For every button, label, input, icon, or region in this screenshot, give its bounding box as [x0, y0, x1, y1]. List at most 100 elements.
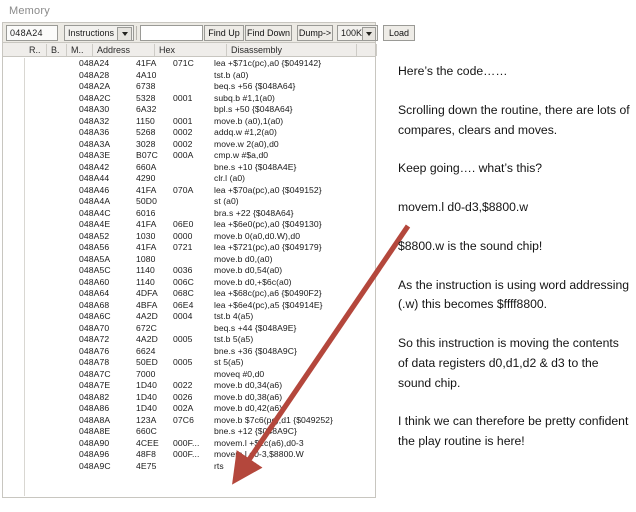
column-header-spacer	[357, 44, 377, 56]
row-hex: 7000	[136, 368, 156, 379]
table-row[interactable]: 048A52 1030 0000 move.b 0(a0,d0.W),d0	[3, 231, 375, 243]
row-hex2: 0005	[173, 357, 193, 367]
table-row[interactable]: 048A4A 50D0 st (a0)	[3, 196, 375, 208]
row-hex2: 000A	[173, 150, 194, 160]
row-address: 048A9C	[79, 460, 111, 471]
table-row[interactable]: 048A32 1150 0001 move.b (a0),1(a0)	[3, 116, 375, 128]
row-hex: 4BFA	[136, 299, 158, 310]
mode-select[interactable]: Instructions	[64, 25, 134, 41]
row-address: 048A5C	[79, 265, 111, 275]
table-row[interactable]: 048A90 4CEE 000F... movem.l +$1c(a6),d0-3	[3, 438, 375, 450]
row-hex: 41FA	[136, 58, 157, 68]
table-row[interactable]: 048A4C 6016 bra.s +22 {$048A64}	[3, 208, 375, 220]
table-row[interactable]: 048A4E 41FA 06E0 lea +$6e0(pc),a0 {$049130}	[3, 219, 375, 231]
table-row[interactable]: 048A8A 123A 07C6 move.b $7c6(pc),d1 {$04925…	[3, 415, 375, 427]
row-hex2: 000F...	[173, 449, 200, 459]
row-hex: 4A10	[136, 69, 157, 80]
row-address: 048A4E	[79, 219, 111, 229]
commentary-paragraph: $8800.w is the sound chip!	[398, 238, 543, 253]
row-hex: 6624	[136, 345, 156, 356]
table-row[interactable]: 048A7C 7000 moveq #0,d0	[3, 369, 375, 381]
table-row[interactable]: 048A46 41FA 070A lea +$70a(pc),a0 {$049152}	[3, 185, 375, 197]
row-address: 048A96	[79, 449, 110, 459]
column-header-r[interactable]: R..	[25, 44, 47, 56]
row-disassembly: move.b 0(a0,d0.W),d0	[214, 230, 301, 241]
dump-size-select[interactable]: 100Kb	[337, 25, 378, 41]
table-row[interactable]: 048A3A 3028 0002 move.w 2(a0),d0	[3, 139, 375, 151]
find-down-button[interactable]: Find Down	[245, 25, 292, 41]
chevron-down-icon[interactable]	[362, 27, 376, 41]
table-row[interactable]: 048A28 4A10 tst.b (a0)	[3, 70, 375, 82]
commentary-paragraph: Here’s the code……	[398, 64, 508, 78]
row-address: 048A24	[79, 58, 110, 68]
table-row[interactable]: 048A68 4BFA 06E4 lea +$6e4(pc),a5 {$04914E}	[3, 300, 375, 312]
row-disassembly: move.b (a0),1(a0)	[214, 115, 284, 126]
row-address: 048A8E	[79, 426, 111, 436]
row-disassembly: rts	[214, 460, 224, 471]
row-hex: 672C	[136, 322, 157, 333]
table-row[interactable]: 048A5A 1080 move.b d0,(a0)	[3, 254, 375, 266]
row-address: 048A42	[79, 161, 110, 172]
row-address: 048A4C	[79, 207, 111, 218]
address-input[interactable]: 048A24	[6, 25, 58, 41]
table-row[interactable]: 048A96 48F8 000F... movem.l d0-3,$8800.W	[3, 449, 375, 461]
row-address: 048A6C	[79, 311, 111, 321]
column-header-disassembly[interactable]: Disassembly	[227, 44, 357, 56]
row-disassembly: bne.s +36 {$048A9C}	[214, 345, 297, 356]
table-row[interactable]: 048A5C 1140 0036 move.b d0,54(a0)	[3, 265, 375, 277]
row-disassembly: movem.l d0-3,$8800.W	[214, 449, 304, 459]
row-hex: 660C	[136, 426, 157, 436]
column-header-address[interactable]: Address	[93, 44, 155, 56]
table-row[interactable]: 048A78 50ED 0005 st 5(a5)	[3, 357, 375, 369]
table-row[interactable]: 048A44 4290 clr.l (a0)	[3, 173, 375, 185]
table-row[interactable]: 048A56 41FA 0721 lea +$721(pc),a0 {$049179}	[3, 242, 375, 254]
column-header-m[interactable]: M..	[67, 44, 93, 56]
table-row[interactable]: 048A8E 660C bne.s +12 {$048A9C}	[3, 426, 375, 438]
table-row[interactable]: 048A70 672C beq.s +44 {$048A9E}	[3, 323, 375, 335]
row-disassembly: bra.s +22 {$048A64}	[214, 207, 294, 218]
column-header-b[interactable]: B.	[47, 44, 67, 56]
row-hex: 5328	[136, 92, 156, 103]
commentary-paragraph: As the instruction is using word address…	[398, 277, 630, 312]
row-hex: 4CEE	[136, 437, 159, 448]
search-input[interactable]	[140, 25, 203, 41]
row-disassembly: bpl.s +50 {$048A64}	[214, 104, 293, 114]
column-header-hex[interactable]: Hex	[155, 44, 227, 56]
disassembly-panel: R.. B. M.. Address Hex Disassembly 048A2…	[2, 43, 377, 498]
row-hex: 6738	[136, 81, 156, 91]
table-row[interactable]: 048A42 660A bne.s +10 {$048A4E}	[3, 162, 375, 174]
row-disassembly: move.b d0,+$6c(a0)	[214, 276, 292, 287]
row-hex: 1150	[136, 115, 155, 126]
row-hex2: 002A	[173, 403, 194, 413]
find-up-button[interactable]: Find Up	[204, 25, 244, 41]
row-disassembly: moveq #0,d0	[214, 368, 265, 379]
table-row[interactable]: 048A64 4DFA 068C lea +$68c(pc),a6 {$0490F2}	[3, 288, 375, 300]
row-hex: 41FA	[136, 242, 157, 252]
table-row[interactable]: 048A3E B07C 000A cmp.w #$a,d0	[3, 150, 375, 162]
table-row[interactable]: 048A7E 1D40 0022 move.b d0,34(a6)	[3, 380, 375, 392]
table-row[interactable]: 048A24 41FA 071C lea +$71c(pc),a0 {$049142}	[3, 58, 375, 70]
row-disassembly: move.b $7c6(pc),d1 {$049252}	[214, 414, 333, 425]
dump-button[interactable]: Dump->	[297, 25, 333, 41]
row-disassembly: addq.w #1,2(a0)	[214, 127, 277, 137]
row-address: 048A78	[79, 357, 110, 367]
toolbar-divider	[136, 26, 137, 40]
row-address: 048A2A	[79, 81, 111, 91]
chevron-down-icon[interactable]	[117, 27, 132, 41]
table-row[interactable]: 048A82 1D40 0026 move.b d0,38(a6)	[3, 392, 375, 404]
table-row[interactable]: 048A60 1140 006C move.b d0,+$6c(a0)	[3, 277, 375, 289]
row-hex2: 0022	[173, 380, 193, 390]
table-row[interactable]: 048A9C 4E75 rts	[3, 461, 375, 473]
row-hex2: 0004	[173, 311, 193, 321]
table-row[interactable]: 048A30 6A32 bpl.s +50 {$048A64}	[3, 104, 375, 116]
row-hex: 41FA	[136, 184, 157, 195]
table-row[interactable]: 048A2A 6738 beq.s +56 {$048A64}	[3, 81, 375, 93]
table-row[interactable]: 048A72 4A2D 0005 tst.b 5(a5)	[3, 334, 375, 346]
table-row[interactable]: 048A76 6624 bne.s +36 {$048A9C}	[3, 346, 375, 358]
table-row[interactable]: 048A36 5268 0002 addq.w #1,2(a0)	[3, 127, 375, 139]
table-row[interactable]: 048A86 1D40 002A move.b d0,42(a6)	[3, 403, 375, 415]
row-address: 048A36	[79, 127, 110, 137]
table-row[interactable]: 048A2C 5328 0001 subq.b #1,1(a0)	[3, 93, 375, 105]
load-button[interactable]: Load	[383, 25, 415, 41]
table-row[interactable]: 048A6C 4A2D 0004 tst.b 4(a5)	[3, 311, 375, 323]
